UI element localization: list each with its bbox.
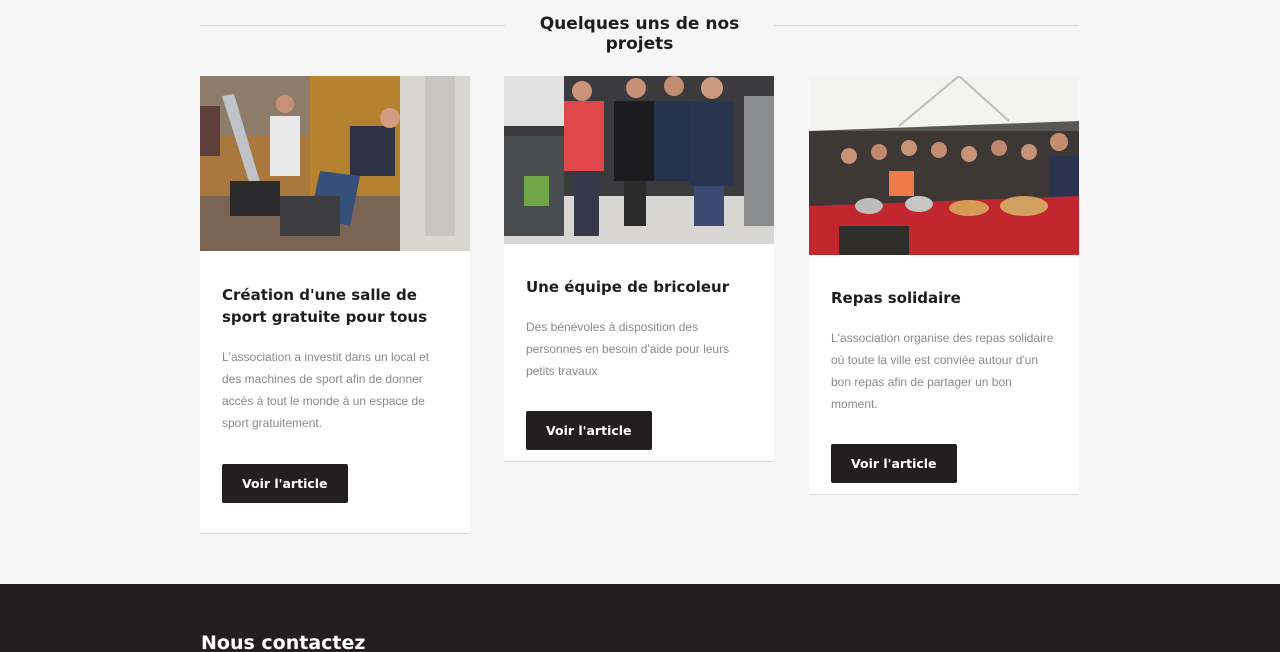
header-divider-left	[200, 25, 505, 26]
project-card-gym: Création d'une salle de sport gratuite p…	[200, 76, 470, 533]
project-card-handyman: Une équipe de bricoleur Des bénévoles à …	[504, 76, 774, 461]
workshop-team-photo	[504, 76, 774, 244]
project-description: L'association organise des repas solidai…	[831, 331, 1054, 411]
read-article-button[interactable]: Voir l'article	[526, 411, 652, 450]
project-title: Une équipe de bricoleur	[526, 278, 730, 296]
project-title: Repas solidaire	[831, 289, 961, 307]
section-header: Quelques uns de nos projets	[200, 10, 1079, 54]
footer: Nous contactez	[0, 584, 1280, 652]
project-description: Des bénévoles à disposition des personne…	[526, 320, 730, 378]
contact-title: Nous contactez	[201, 632, 366, 652]
community-meal-photo	[809, 76, 1079, 255]
page: Quelques uns de nos projets Création d'u…	[0, 0, 1280, 652]
read-article-button[interactable]: Voir l'article	[222, 464, 348, 503]
header-divider-right	[774, 25, 1079, 26]
project-title: Création d'une salle de sport gratuite p…	[222, 286, 427, 326]
project-description: L'association a investit dans un local e…	[222, 350, 430, 430]
project-card-meal: Repas solidaire L'association organise d…	[809, 76, 1079, 494]
read-article-button[interactable]: Voir l'article	[831, 444, 957, 483]
section-title: Quelques uns de nos projets	[539, 14, 740, 54]
gym-photo	[200, 76, 470, 251]
